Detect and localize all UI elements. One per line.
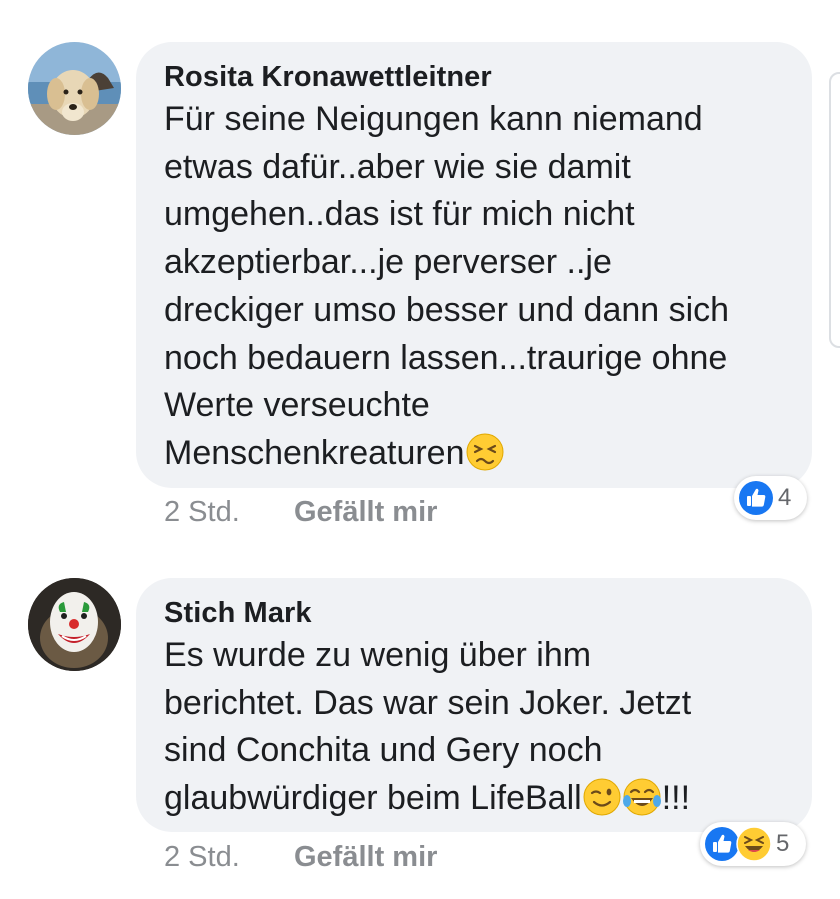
comment-text: Es wurde zu wenig über ihm berichtet. Da… <box>164 632 784 823</box>
like-reaction-icon <box>705 827 739 861</box>
reaction-count: 4 <box>778 484 792 511</box>
comment-time[interactable]: 2 Std. <box>164 492 294 532</box>
comment-text-content: Für seine Neigungen kann niemand etwas d… <box>164 100 730 472</box>
like-button[interactable]: Gefällt mir <box>294 496 437 528</box>
reaction-summary[interactable]: 4 <box>734 476 807 520</box>
avatar[interactable] <box>28 42 121 135</box>
reaction-summary[interactable]: 5 <box>700 822 806 866</box>
like-reaction-icon <box>739 481 773 515</box>
comment-meta: 2 Std. Gefällt mir <box>164 837 437 877</box>
reaction-count: 5 <box>776 830 790 857</box>
haha-reaction-icon <box>736 826 772 862</box>
comment-bubble: Rosita Kronawettleitner Für seine Neigun… <box>136 42 812 488</box>
comment-text-suffix: !!! <box>661 779 691 818</box>
adjacent-card-edge <box>829 72 840 348</box>
comment-bubble: Stich Mark Es wurde zu wenig über ihm be… <box>136 578 812 832</box>
comment-meta: 2 Std. Gefällt mir <box>164 492 437 532</box>
avatar[interactable] <box>28 578 121 671</box>
clown-mask-photo-icon <box>28 578 121 671</box>
tears-of-joy-icon <box>622 778 661 816</box>
persevering-face-icon <box>466 433 504 471</box>
comment-author[interactable]: Stich Mark <box>164 594 784 632</box>
comment-author[interactable]: Rosita Kronawettleitner <box>164 58 784 96</box>
comment-time[interactable]: 2 Std. <box>164 837 294 877</box>
comment-text: Für seine Neigungen kann niemand etwas d… <box>164 96 784 478</box>
winking-face-icon <box>583 778 621 816</box>
like-button[interactable]: Gefällt mir <box>294 841 437 873</box>
dog-photo-icon <box>28 42 121 135</box>
